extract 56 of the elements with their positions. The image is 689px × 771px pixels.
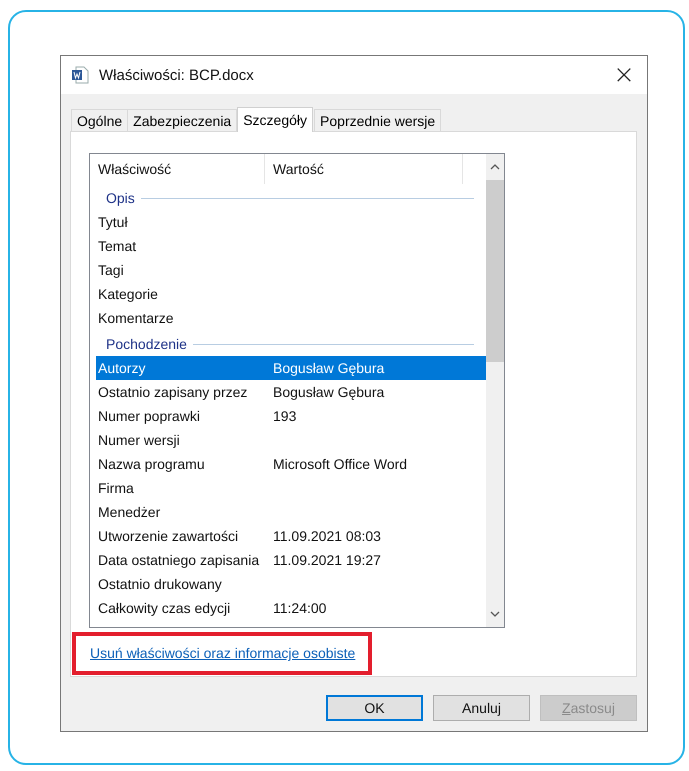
property-row[interactable]: Całkowity czas edycji 11:24:00 bbox=[90, 596, 486, 620]
tab[interactable]: Szczegóły bbox=[237, 107, 314, 132]
property-row[interactable]: Menedżer bbox=[90, 500, 486, 524]
column-header[interactable]: Wartość bbox=[265, 154, 463, 184]
remove-properties-link[interactable]: Usuń właściwości oraz informacje osobiste bbox=[90, 645, 356, 661]
property-value: 11.09.2021 08:03 bbox=[272, 528, 381, 544]
property-value: Bogusław Gębura bbox=[272, 360, 384, 376]
property-name: Komentarze bbox=[97, 310, 174, 326]
property-value: Microsoft Office Word bbox=[272, 456, 408, 472]
close-button[interactable]: × bbox=[601, 56, 647, 94]
tab[interactable]: Poprzednie wersje bbox=[314, 109, 442, 131]
scroll-down-icon[interactable] bbox=[490, 611, 500, 617]
property-row[interactable]: Autorzy Bogusław Gębura bbox=[96, 356, 486, 380]
property-value: 11.09.2021 19:27 bbox=[272, 552, 381, 568]
tab[interactable]: Ogólne bbox=[71, 109, 128, 131]
document-icon bbox=[71, 66, 89, 84]
property-name: Nazwa programu bbox=[97, 456, 206, 472]
property-row[interactable]: Ostatnio drukowany bbox=[90, 572, 486, 596]
property-row[interactable]: Komentarze bbox=[90, 306, 486, 330]
property-name: Tytuł bbox=[97, 214, 129, 230]
column-header[interactable]: Właściwość bbox=[90, 154, 265, 184]
property-name: Ostatnio drukowany bbox=[97, 576, 223, 592]
property-row[interactable]: Firma bbox=[90, 476, 486, 500]
dialog-button[interactable]: OK bbox=[326, 695, 423, 721]
scrollbar-thumb[interactable] bbox=[486, 180, 504, 362]
property-row[interactable]: Nazwa programu Microsoft Office Word bbox=[90, 452, 486, 476]
property-value: 193 bbox=[272, 408, 296, 424]
tab[interactable]: Zabezpieczenia bbox=[127, 109, 238, 131]
property-row[interactable]: Temat bbox=[90, 234, 486, 258]
property-name: Autorzy bbox=[97, 360, 146, 376]
property-name: Kategorie bbox=[97, 286, 159, 302]
property-row[interactable]: Kategorie bbox=[90, 282, 486, 306]
property-value: Bogusław Gębura bbox=[272, 384, 384, 400]
property-name: Ostatnio zapisany przez bbox=[97, 384, 248, 400]
property-row[interactable]: Tytuł bbox=[90, 210, 486, 234]
property-name: Numer poprawki bbox=[97, 408, 201, 424]
dialog-button[interactable]: Anuluj bbox=[433, 695, 530, 721]
property-name: Numer wersji bbox=[97, 432, 181, 448]
property-name: Utworzenie zawartości bbox=[97, 528, 240, 544]
group-title[interactable]: Opis bbox=[90, 190, 141, 206]
property-row[interactable]: Tagi bbox=[90, 258, 486, 282]
property-name: Firma bbox=[97, 480, 135, 496]
property-name: Menedżer bbox=[97, 504, 162, 520]
scroll-up-icon[interactable] bbox=[490, 164, 500, 170]
property-row[interactable]: Numer wersji bbox=[90, 428, 486, 452]
property-row[interactable]: Utworzenie zawartości 11.09.2021 08:03 bbox=[90, 524, 486, 548]
property-name: Data ostatniego zapisania bbox=[97, 552, 260, 568]
property-row[interactable]: Data ostatniego zapisania 11.09.2021 19:27 bbox=[90, 548, 486, 572]
property-name: Temat bbox=[97, 238, 138, 254]
property-row[interactable]: Numer poprawki 193 bbox=[90, 404, 486, 428]
group-title[interactable]: Pochodzenie bbox=[90, 336, 193, 352]
property-name: Całkowity czas edycji bbox=[97, 600, 232, 616]
property-value: 11:24:00 bbox=[272, 600, 326, 616]
window-title: Właściwości: BCP.docx bbox=[99, 66, 255, 84]
property-name: Tagi bbox=[97, 262, 125, 278]
property-row[interactable]: Ostatnio zapisany przez Bogusław Gębura bbox=[90, 380, 486, 404]
